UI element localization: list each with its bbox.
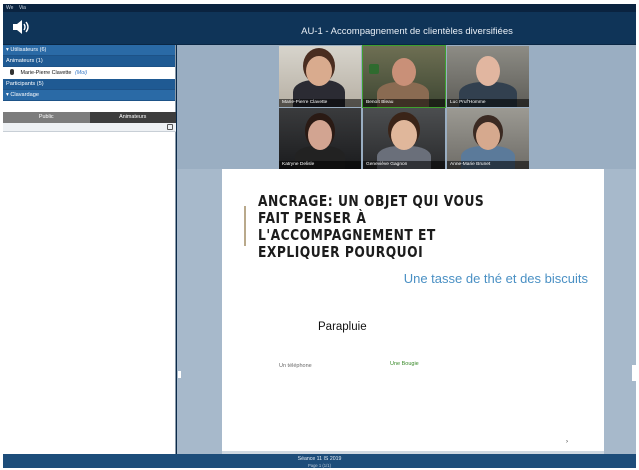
pointer-cursor-icon: › [566,439,568,445]
chevron-left-icon[interactable] [178,371,181,378]
held-object [369,64,379,74]
video-name: Luc Pruf'Homme [447,99,529,107]
status-bar: Séance 11 IS 2019 Page 1 (1/1) [3,454,636,468]
presentation-margin-left [177,169,222,454]
main-stage: Marie-Pierre Clavette Benoît Bleau Luc P… [177,45,636,454]
video-tile[interactable]: Luc Pruf'Homme [447,46,529,107]
chat-toolbar [3,123,176,132]
video-tile[interactable]: Geneviève Gagnon [363,108,445,169]
titlebar-item[interactable]: We [6,5,13,11]
moderator-item[interactable]: Marie-Pierre Clavette (Moi) [3,67,175,79]
page-indicator: Page 1 (1/1) [307,463,332,468]
video-gallery: Marie-Pierre Clavette Benoît Bleau Luc P… [177,45,636,169]
slide-answer: Un téléphone [279,363,312,369]
video-name: Anne-Marie Brunet [447,161,529,169]
video-tile[interactable]: Marie-Pierre Clavette [279,46,361,107]
video-tile[interactable]: Anne-Marie Brunet [447,108,529,169]
window-titlebar: We Via [3,4,636,12]
chevron-right-icon[interactable] [632,365,636,381]
chat-tabs: Public Animateurs [3,112,176,123]
titlebar-item[interactable]: Via [19,5,26,11]
video-name: Benoît Bleau [363,99,445,107]
tab-moderators[interactable]: Animateurs [89,112,176,123]
chat-section-header[interactable]: ▾ Clavardage [3,90,175,101]
top-bar: AU-1 - Accompagnement de clientèles dive… [3,12,636,45]
slide-answer: Parapluie [318,321,367,333]
sidebar: ▾ Utilisateurs (6) Animateurs (1) Marie-… [3,45,176,454]
slide-answer: Une Bougie [390,361,419,367]
session-name: Séance 11 IS 2019 [297,456,342,462]
moderator-self-tag: (Moi) [74,70,88,76]
slide-title: ANCRAGE: UN OBJET QUI VOUS FAIT PENSER À… [258,192,485,261]
video-tile[interactable]: Katryne Delisle [279,108,361,169]
participants-header[interactable]: Participants (5) [3,79,175,90]
session-title: AU-1 - Accompagnement de clientèles dive… [301,26,513,37]
video-tile[interactable]: Benoît Bleau [362,45,446,108]
app-window: We Via AU-1 - Accompagnement de clientèl… [3,4,636,468]
users-section-header[interactable]: ▾ Utilisateurs (6) [3,45,175,56]
presentation-slide: ANCRAGE: UN OBJET QUI VOUS FAIT PENSER À… [222,169,604,451]
chat-options-icon[interactable] [167,124,173,130]
presentation-margin-right [604,169,636,454]
tab-public[interactable]: Public [3,112,90,123]
moderator-name: Marie-Pierre Clavette [20,70,72,76]
moderators-header[interactable]: Animateurs (1) [3,56,175,67]
slide-accent-rule [244,206,246,246]
video-name: Katryne Delisle [279,161,361,169]
video-name: Geneviève Gagnon [363,161,445,169]
microphone-icon[interactable] [10,68,14,75]
speaker-icon[interactable] [11,19,31,35]
slide-answer: Une tasse de thé et des biscuits [403,271,588,286]
video-name: Marie-Pierre Clavette [279,99,361,107]
